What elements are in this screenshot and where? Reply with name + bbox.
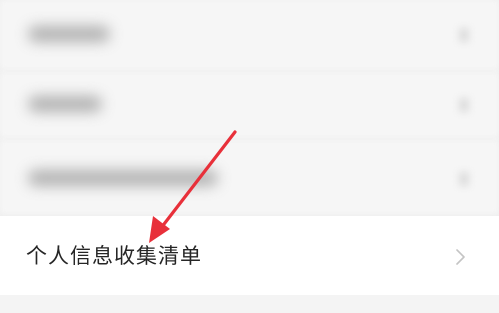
menu-item-personal-info-collection-list[interactable]: 个人信息收集清单 [0, 216, 499, 295]
blurred-settings-list [0, 0, 499, 216]
blurred-chevron-icon [459, 98, 469, 112]
blurred-chevron-icon [459, 28, 469, 42]
settings-screen: 个人信息收集清单 [0, 0, 499, 313]
blurred-label [28, 170, 218, 186]
blurred-label [28, 96, 102, 112]
bottom-spacer [0, 295, 499, 313]
menu-item-label: 个人信息收集清单 [26, 244, 202, 268]
blurred-chevron-icon [459, 172, 469, 186]
blurred-label [28, 26, 110, 42]
chevron-right-icon [456, 249, 465, 265]
